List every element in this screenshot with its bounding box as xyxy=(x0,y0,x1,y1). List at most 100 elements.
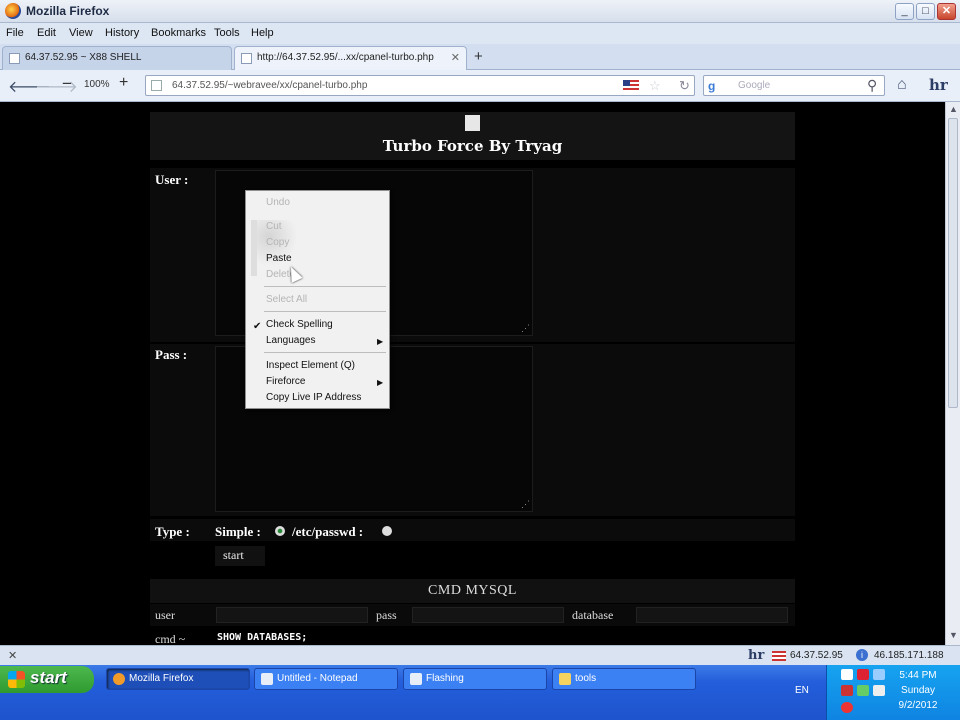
start-label: start xyxy=(30,668,67,687)
navigation-bar: 🡐 🡒 − 100% + 64.37.52.95/~webravee/xx/cp… xyxy=(0,70,960,102)
reload-icon[interactable]: ↻ xyxy=(679,78,690,94)
folder-icon xyxy=(559,673,571,685)
tray-antivirus-icon[interactable] xyxy=(841,685,853,696)
zoom-in-icon[interactable]: + xyxy=(119,74,128,92)
zoom-level: 100% xyxy=(84,79,110,90)
url-text[interactable]: 64.37.52.95/~webravee/xx/cpanel-turbo.ph… xyxy=(172,80,367,91)
hr-addon-icon[interactable]: hr xyxy=(748,648,764,663)
tray-window-icon[interactable] xyxy=(841,669,853,680)
new-tab-icon[interactable]: + xyxy=(474,48,483,65)
google-icon[interactable]: g xyxy=(708,79,722,93)
task-notepad[interactable]: Untitled - Notepad xyxy=(254,668,398,690)
submenu-arrow-icon: ▶ xyxy=(377,378,384,387)
task-label: tools xyxy=(575,673,597,684)
site-identity-icon[interactable] xyxy=(151,80,162,91)
windows-logo-icon xyxy=(8,671,25,688)
menu-edit[interactable]: Edit xyxy=(37,27,56,39)
home-icon[interactable]: ⌂ xyxy=(897,76,907,94)
menu-help[interactable]: Help xyxy=(251,27,274,39)
mysql-db-input[interactable] xyxy=(636,607,788,623)
menu-item-fireforce[interactable]: Fireforce xyxy=(266,376,305,387)
tray-shield-icon[interactable] xyxy=(857,669,869,680)
context-menu: Undo Cut Copy Paste Delete Select All ✔ … xyxy=(245,190,390,409)
resize-grip-icon[interactable]: ⋰ xyxy=(521,323,530,334)
menu-file[interactable]: File xyxy=(6,27,24,39)
hr-addon-icon[interactable]: hr xyxy=(929,76,948,94)
passwd-radio[interactable] xyxy=(382,526,392,536)
tray-app-icon[interactable] xyxy=(857,685,869,696)
minimize-button[interactable]: _ xyxy=(895,3,914,20)
system-tray: 5:44 PM Sunday 9/2/2012 xyxy=(826,665,960,720)
menu-separator xyxy=(264,311,386,312)
close-tab-icon[interactable]: ✕ xyxy=(451,51,460,64)
firefox-icon xyxy=(113,673,125,685)
window-title: Mozilla Firefox xyxy=(26,4,110,18)
menu-item-cut[interactable]: Cut xyxy=(266,221,282,232)
menu-bar: File Edit View History Bookmarks Tools H… xyxy=(0,23,960,44)
info-icon[interactable]: i xyxy=(856,649,868,661)
menu-item-check-spelling[interactable]: Check Spelling xyxy=(266,319,333,330)
resize-grip-icon[interactable]: ⋰ xyxy=(521,499,530,510)
us-flag-icon xyxy=(772,651,786,661)
task-label: Flashing xyxy=(426,673,464,684)
menu-item-paste[interactable]: Paste xyxy=(266,253,292,264)
bookmark-star-icon[interactable]: ☆ xyxy=(649,78,661,94)
tray-alert-icon[interactable] xyxy=(841,702,853,713)
clock-day: Sunday xyxy=(901,685,935,696)
menu-item-copy-live-ip[interactable]: Copy Live IP Address xyxy=(266,392,361,403)
scroll-thumb[interactable] xyxy=(948,118,958,408)
start-button[interactable]: start xyxy=(0,666,94,693)
mysql-cmd-row: cmd ~ SHOW DATABASES; xyxy=(150,629,795,645)
tab-cpanel-turbo[interactable]: http://64.37.52.95/...xx/cpanel-turbo.ph… xyxy=(234,46,467,70)
server-ip: 64.37.52.95 xyxy=(790,650,843,661)
mysql-pass-label: pass xyxy=(376,608,397,622)
menu-view[interactable]: View xyxy=(69,27,93,39)
us-flag-icon xyxy=(623,80,639,91)
menu-item-copy[interactable]: Copy xyxy=(266,237,289,248)
tab-shell[interactable]: 64.37.52.95 ~ X88 SHELL xyxy=(2,46,232,70)
url-bar[interactable]: 64.37.52.95/~webravee/xx/cpanel-turbo.ph… xyxy=(145,75,695,96)
vertical-scrollbar[interactable]: ▲ ▼ xyxy=(945,102,960,645)
language-indicator[interactable]: EN xyxy=(795,685,809,696)
task-label: Untitled - Notepad xyxy=(277,673,358,684)
menu-bookmarks[interactable]: Bookmarks xyxy=(151,27,206,39)
task-tools[interactable]: tools xyxy=(552,668,696,690)
task-firefox[interactable]: Mozilla Firefox xyxy=(106,668,250,690)
simple-radio[interactable] xyxy=(275,526,285,536)
task-label: Mozilla Firefox xyxy=(129,673,194,684)
task-flashing[interactable]: Flashing xyxy=(403,668,547,690)
type-label: Type : xyxy=(155,524,190,539)
menu-item-languages[interactable]: Languages xyxy=(266,335,316,346)
simple-label: Simple : xyxy=(215,524,261,539)
menu-separator xyxy=(264,286,386,287)
menu-tools[interactable]: Tools xyxy=(214,27,240,39)
menu-history[interactable]: History xyxy=(105,27,139,39)
menu-separator xyxy=(264,352,386,353)
search-box[interactable]: g Google ⚲ xyxy=(703,75,885,96)
passwd-label: /etc/passwd : xyxy=(292,524,364,539)
menu-item-select-all[interactable]: Select All xyxy=(266,294,307,305)
cmd-input[interactable]: SHOW DATABASES; xyxy=(217,632,307,643)
close-addon-bar-icon[interactable]: ✕ xyxy=(8,649,17,662)
tab-label: 64.37.52.95 ~ X88 SHELL xyxy=(25,52,142,63)
clock[interactable]: 5:44 PM Sunday 9/2/2012 xyxy=(883,668,953,713)
pass-label: Pass : xyxy=(155,347,188,362)
zoom-out-icon[interactable]: − xyxy=(62,74,72,94)
page-icon xyxy=(241,53,252,64)
scroll-up-icon[interactable]: ▲ xyxy=(949,104,958,114)
mysql-user-input[interactable] xyxy=(216,607,368,623)
mysql-user-label: user xyxy=(155,608,175,622)
menu-item-undo[interactable]: Undo xyxy=(266,197,290,208)
maximize-button[interactable]: □ xyxy=(916,3,935,20)
close-button[interactable]: ✕ xyxy=(937,3,956,20)
title-bar: Mozilla Firefox _ □ ✕ xyxy=(0,0,960,23)
page-heading: Turbo Force By Tryag xyxy=(382,137,563,155)
cmd-label: cmd ~ xyxy=(155,632,186,645)
start-button[interactable]: start xyxy=(215,546,265,566)
search-icon[interactable]: ⚲ xyxy=(867,77,877,94)
mysql-pass-input[interactable] xyxy=(412,607,564,623)
client-ip: 46.185.171.188 xyxy=(874,650,944,661)
menu-item-inspect[interactable]: Inspect Element (Q) xyxy=(266,360,355,371)
scroll-down-icon[interactable]: ▼ xyxy=(949,630,958,640)
submenu-arrow-icon: ▶ xyxy=(377,337,384,346)
